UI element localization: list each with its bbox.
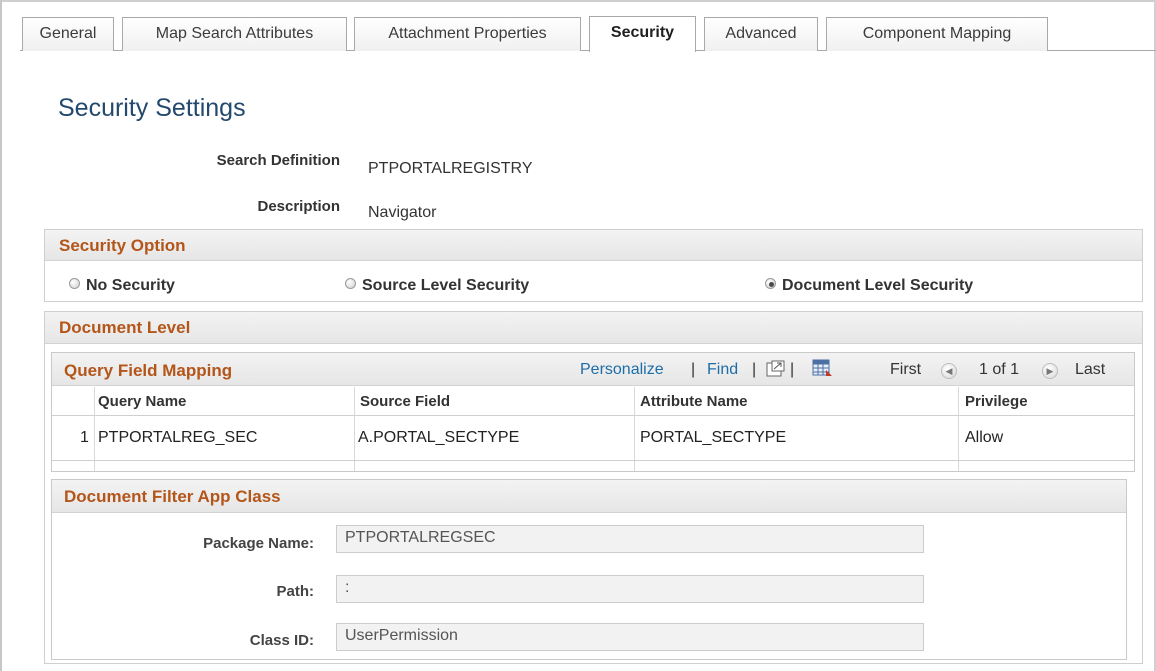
cell-source-field: A.PORTAL_SECTYPE <box>358 429 520 446</box>
radio-button-icon <box>345 278 356 289</box>
column-header-privilege: Privilege <box>965 393 1028 410</box>
grid-title: Query Field Mapping <box>64 361 233 380</box>
radio-no-security[interactable]: No Security <box>69 277 175 295</box>
radio-source-level-security[interactable]: Source Level Security <box>345 277 529 295</box>
tab-component-mapping[interactable]: Component Mapping <box>826 17 1048 51</box>
tab-attachment-properties[interactable]: Attachment Properties <box>354 17 581 51</box>
search-definition-label: Search Definition <box>216 152 340 169</box>
separator: | <box>752 361 757 378</box>
top-border <box>0 0 1156 2</box>
radio-selected-icon <box>765 278 776 289</box>
class-id-field: UserPermission <box>336 623 924 651</box>
nav-last[interactable]: Last <box>1075 361 1105 379</box>
document-filter-app-class-group: Document Filter App Class Package Name: … <box>51 479 1127 660</box>
column-header-attribute-name: Attribute Name <box>640 393 748 410</box>
document-level-header: Document Level <box>45 312 1142 344</box>
cell-query-name: PTPORTALREG_SEC <box>98 429 258 446</box>
tab-map-search-attributes[interactable]: Map Search Attributes <box>122 17 347 51</box>
description-value: Navigator <box>368 204 437 221</box>
tab-advanced[interactable]: Advanced <box>704 17 818 51</box>
separator: | <box>691 361 696 378</box>
tab-bar: General Map Search Attributes Attachment… <box>20 14 1156 52</box>
column-header-query-name: Query Name <box>98 393 187 410</box>
security-option-header: Security Option <box>45 230 1142 261</box>
row-number: 1 <box>80 429 89 446</box>
separator: | <box>790 361 795 378</box>
cell-attribute-name: PORTAL_SECTYPE <box>640 429 787 446</box>
tab-general[interactable]: General <box>22 17 114 51</box>
description-label: Description <box>257 198 340 215</box>
page-frame: General Map Search Attributes Attachment… <box>0 0 1156 671</box>
filter-header: Document Filter App Class <box>52 480 1126 513</box>
personalize-link[interactable]: Personalize <box>580 361 664 379</box>
path-field: : <box>336 575 924 603</box>
previous-arrow-icon[interactable]: ◀ <box>941 363 957 379</box>
class-id-label: Class ID: <box>249 632 314 649</box>
column-header-source-field: Source Field <box>360 393 451 410</box>
query-field-mapping-grid: Query Field Mapping Personalize | Find |… <box>51 352 1135 472</box>
cell-privilege: Allow <box>965 429 1004 446</box>
search-definition-value: PTPORTALREGISTRY <box>368 160 533 177</box>
table-row: 1 PTPORTALREG_SEC A.PORTAL_SECTYPE PORTA… <box>52 417 1134 461</box>
left-border <box>0 0 2 671</box>
package-name-label: Package Name: <box>203 535 314 552</box>
next-arrow-icon[interactable]: ▶ <box>1042 363 1058 379</box>
nav-first[interactable]: First <box>890 361 921 379</box>
radio-document-level-security[interactable]: Document Level Security <box>765 277 973 295</box>
row-count: 1 of 1 <box>979 361 1020 378</box>
find-link[interactable]: Find <box>707 361 738 379</box>
page-title: Security Settings <box>58 94 246 122</box>
view-all-icon[interactable] <box>766 360 786 383</box>
path-label: Path: <box>276 583 315 600</box>
radio-button-icon <box>69 278 80 289</box>
tab-security[interactable]: Security <box>589 16 696 52</box>
grid-download-icon[interactable] <box>812 359 834 384</box>
document-level-group: Document Level Query Field Mapping Perso… <box>44 311 1143 664</box>
package-name-field: PTPORTALREGSEC <box>336 525 924 553</box>
security-option-group: Security Option No Security Source Level… <box>44 229 1143 302</box>
